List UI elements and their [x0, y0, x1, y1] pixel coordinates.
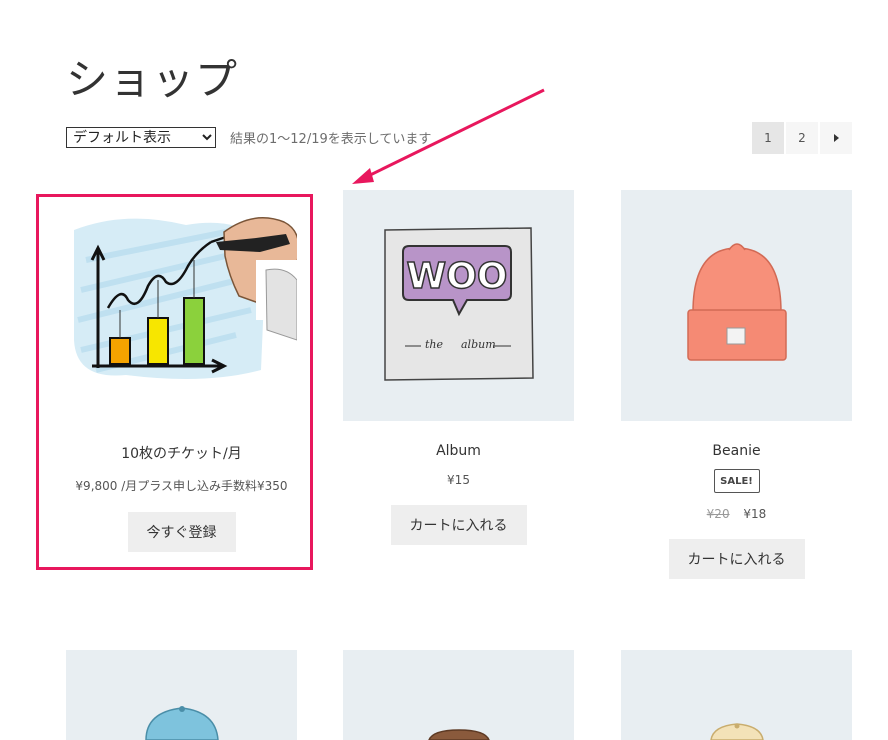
product-image[interactable]: [621, 650, 852, 740]
hat-image: [428, 729, 490, 740]
product-image[interactable]: WOO the album: [343, 190, 574, 421]
add-to-cart-button[interactable]: カートに入れる: [668, 539, 805, 579]
woo-logo-text: WOO: [407, 256, 508, 297]
product-price: ¥15: [447, 473, 470, 487]
product-image[interactable]: [621, 190, 852, 421]
page-title: ショップ: [66, 55, 239, 104]
page-2-button[interactable]: 2: [786, 122, 818, 154]
cap-image: [145, 706, 219, 740]
product-card: [343, 650, 574, 740]
beanie-image: [687, 243, 787, 361]
sale-price: ¥18: [743, 507, 767, 521]
product-card: Beanie SALE! ¥20 ¥18 カートに入れる: [621, 190, 852, 579]
sale-badge: SALE!: [713, 469, 760, 493]
sort-select[interactable]: デフォルト表示: [66, 127, 216, 148]
cap-image: [710, 723, 764, 740]
album-text-the: the: [425, 338, 444, 351]
triangle-right-icon: [833, 134, 839, 142]
product-card: [66, 650, 297, 740]
product-image[interactable]: [343, 650, 574, 740]
woo-album-image: WOO the album: [384, 227, 534, 381]
product-card: [621, 650, 852, 740]
highlight-box: [36, 194, 313, 570]
product-card: WOO the album Album ¥15 カートに入れる: [343, 190, 574, 545]
product-title[interactable]: Beanie: [621, 443, 852, 459]
annotation-arrow-icon: [352, 88, 545, 184]
old-price: ¥20: [706, 507, 730, 521]
product-image[interactable]: [66, 650, 297, 740]
product-title[interactable]: Album: [343, 443, 574, 459]
pagination: 1 2: [752, 122, 852, 154]
page-1-button[interactable]: 1: [752, 122, 784, 154]
album-text-album: album: [461, 338, 496, 351]
add-to-cart-button[interactable]: カートに入れる: [390, 505, 527, 545]
next-page-button[interactable]: [820, 122, 852, 154]
product-price: ¥20 ¥18: [621, 507, 852, 521]
